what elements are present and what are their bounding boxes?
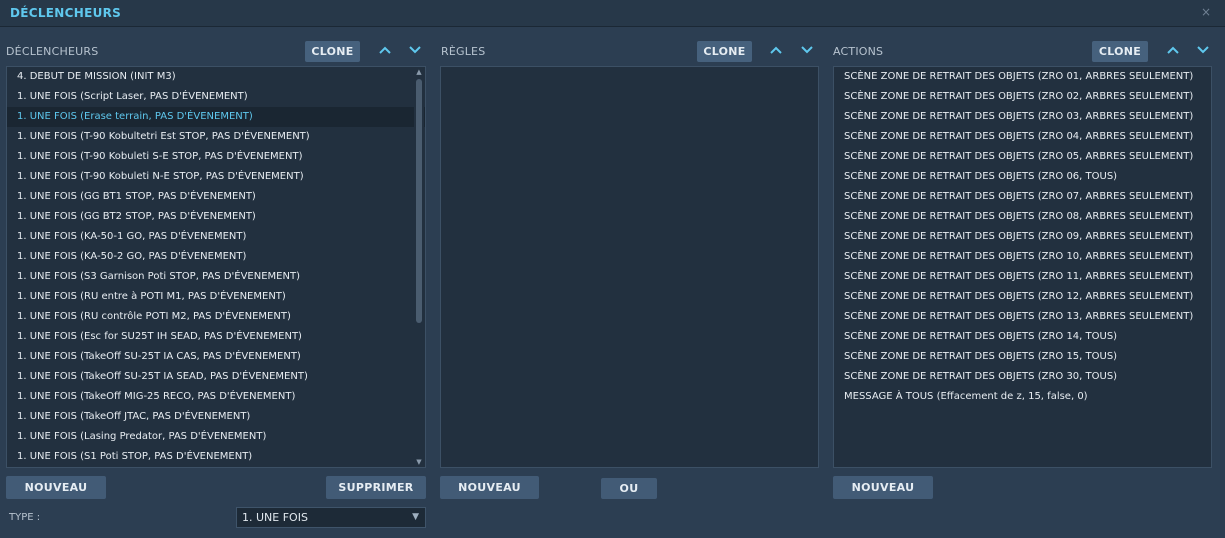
trigger-list-item[interactable]: 1. UNE FOIS (T-90 Kobultetri Est STOP, P… [7, 127, 425, 147]
action-list-item[interactable]: SCÈNE ZONE DE RETRAIT DES OBJETS (ZRO 05… [834, 147, 1211, 167]
actions-new-button[interactable]: NOUVEAU [833, 476, 933, 499]
triggers-new-button[interactable]: NOUVEAU [6, 476, 106, 499]
trigger-list-item[interactable]: 1. UNE FOIS (S3 Garnison Poti STOP, PAS … [7, 267, 425, 287]
type-select-value: 1. UNE FOIS [242, 511, 308, 524]
rules-new-button[interactable]: NOUVEAU [440, 476, 539, 499]
trigger-list-item[interactable]: 1. UNE FOIS (KA-50-2 GO, PAS D'ÉVENEMENT… [7, 247, 425, 267]
action-list-item[interactable]: MESSAGE À TOUS (Effacement de z, 15, fal… [834, 387, 1211, 407]
action-list-item[interactable]: SCÈNE ZONE DE RETRAIT DES OBJETS (ZRO 01… [834, 67, 1211, 87]
action-list-item[interactable]: SCÈNE ZONE DE RETRAIT DES OBJETS (ZRO 13… [834, 307, 1211, 327]
action-list-item[interactable]: SCÈNE ZONE DE RETRAIT DES OBJETS (ZRO 15… [834, 347, 1211, 367]
type-label: TYPE : [9, 512, 41, 523]
trigger-list-item[interactable]: 1. UNE FOIS (T-90 Kobuleti S-E STOP, PAS… [7, 147, 425, 167]
rules-move-up-icon[interactable] [768, 41, 784, 59]
close-icon[interactable]: × [1201, 5, 1211, 19]
trigger-list-item[interactable]: 1. UNE FOIS (GG BT1 STOP, PAS D'ÉVENEMEN… [7, 187, 425, 207]
actions-list: SCÈNE ZONE DE RETRAIT DES OBJETS (ZRO 01… [834, 67, 1211, 407]
triggers-move-down-icon[interactable] [407, 41, 423, 59]
triggers-delete-button[interactable]: SUPPRIMER [326, 476, 426, 499]
trigger-list-item[interactable]: 1. UNE FOIS (RU entre à POTI M1, PAS D'É… [7, 287, 425, 307]
trigger-list-item[interactable]: 1. UNE FOIS (TakeOff MIG-25 RECO, PAS D'… [7, 387, 425, 407]
action-list-item[interactable]: SCÈNE ZONE DE RETRAIT DES OBJETS (ZRO 12… [834, 287, 1211, 307]
actions-move-up-icon[interactable] [1165, 41, 1181, 59]
trigger-list-item[interactable]: 1. UNE FOIS (TakeOff SU-25T IA CAS, PAS … [7, 347, 425, 367]
trigger-list-item[interactable]: 1. UNE FOIS (GG BT2 STOP, PAS D'ÉVENEMEN… [7, 207, 425, 227]
rules-list-panel [440, 66, 819, 468]
triggers-header: DÉCLENCHEURS [6, 45, 99, 58]
trigger-list-item[interactable]: 1. UNE FOIS (TakeOff JTAC, PAS D'ÉVENEME… [7, 407, 425, 427]
scroll-up-icon[interactable]: ▲ [414, 67, 424, 77]
type-select[interactable]: 1. UNE FOIS ▼ [236, 507, 426, 528]
triggers-clone-button[interactable]: CLONE [305, 41, 360, 62]
trigger-list-item[interactable]: 1. UNE FOIS (Esc for SU25T IH SEAD, PAS … [7, 327, 425, 347]
actions-move-down-icon[interactable] [1195, 41, 1211, 59]
action-list-item[interactable]: SCÈNE ZONE DE RETRAIT DES OBJETS (ZRO 06… [834, 167, 1211, 187]
actions-clone-button[interactable]: CLONE [1092, 41, 1148, 62]
triggers-scrollbar[interactable]: ▲ ▼ [414, 67, 424, 467]
trigger-list-item[interactable]: 1. UNE FOIS (KA-50-1 GO, PAS D'ÉVENEMENT… [7, 227, 425, 247]
trigger-list-item[interactable]: 1. UNE FOIS (S1 Poti STOP, PAS D'ÉVENEME… [7, 447, 425, 467]
rules-or-button[interactable]: OU [601, 478, 657, 499]
action-list-item[interactable]: SCÈNE ZONE DE RETRAIT DES OBJETS (ZRO 04… [834, 127, 1211, 147]
action-list-item[interactable]: SCÈNE ZONE DE RETRAIT DES OBJETS (ZRO 10… [834, 247, 1211, 267]
action-list-item[interactable]: SCÈNE ZONE DE RETRAIT DES OBJETS (ZRO 08… [834, 207, 1211, 227]
action-list-item[interactable]: SCÈNE ZONE DE RETRAIT DES OBJETS (ZRO 30… [834, 367, 1211, 387]
trigger-list-item[interactable]: 1. UNE FOIS (Lasing Predator, PAS D'ÉVEN… [7, 427, 425, 447]
trigger-list-item[interactable]: 1. UNE FOIS (RU contrôle POTI M2, PAS D'… [7, 307, 425, 327]
action-list-item[interactable]: SCÈNE ZONE DE RETRAIT DES OBJETS (ZRO 11… [834, 267, 1211, 287]
actions-header: ACTIONS [833, 45, 884, 58]
scroll-down-icon[interactable]: ▼ [414, 457, 424, 467]
triggers-list: 4. DEBUT DE MISSION (INIT M3) 1. UNE FOIS… [7, 67, 425, 467]
rules-clone-button[interactable]: CLONE [697, 41, 752, 62]
trigger-list-item[interactable]: 1. UNE FOIS (T-90 Kobuleti N-E STOP, PAS… [7, 167, 425, 187]
action-list-item[interactable]: SCÈNE ZONE DE RETRAIT DES OBJETS (ZRO 09… [834, 227, 1211, 247]
action-list-item[interactable]: SCÈNE ZONE DE RETRAIT DES OBJETS (ZRO 14… [834, 327, 1211, 347]
triggers-move-up-icon[interactable] [377, 41, 393, 59]
trigger-list-item[interactable]: 4. DEBUT DE MISSION (INIT M3) [7, 67, 425, 87]
title-bar: DÉCLENCHEURS × [0, 0, 1225, 27]
action-list-item[interactable]: SCÈNE ZONE DE RETRAIT DES OBJETS (ZRO 07… [834, 187, 1211, 207]
rules-move-down-icon[interactable] [799, 41, 815, 59]
triggers-list-panel: 4. DEBUT DE MISSION (INIT M3) 1. UNE FOIS… [6, 66, 426, 468]
trigger-list-item[interactable]: 1. UNE FOIS (Script Laser, PAS D'ÉVENEME… [7, 87, 425, 107]
trigger-list-item[interactable]: 1. UNE FOIS (TakeOff SU-25T IA SEAD, PAS… [7, 367, 425, 387]
trigger-list-item[interactable]: 1. UNE FOIS (Erase terrain, PAS D'ÉVENEM… [7, 107, 425, 127]
action-list-item[interactable]: SCÈNE ZONE DE RETRAIT DES OBJETS (ZRO 02… [834, 87, 1211, 107]
action-list-item[interactable]: SCÈNE ZONE DE RETRAIT DES OBJETS (ZRO 03… [834, 107, 1211, 127]
actions-list-panel: SCÈNE ZONE DE RETRAIT DES OBJETS (ZRO 01… [833, 66, 1212, 468]
chevron-down-icon: ▼ [412, 512, 419, 522]
scrollbar-thumb[interactable] [416, 79, 422, 323]
rules-header: RÈGLES [441, 45, 486, 58]
window-title: DÉCLENCHEURS [10, 6, 122, 20]
